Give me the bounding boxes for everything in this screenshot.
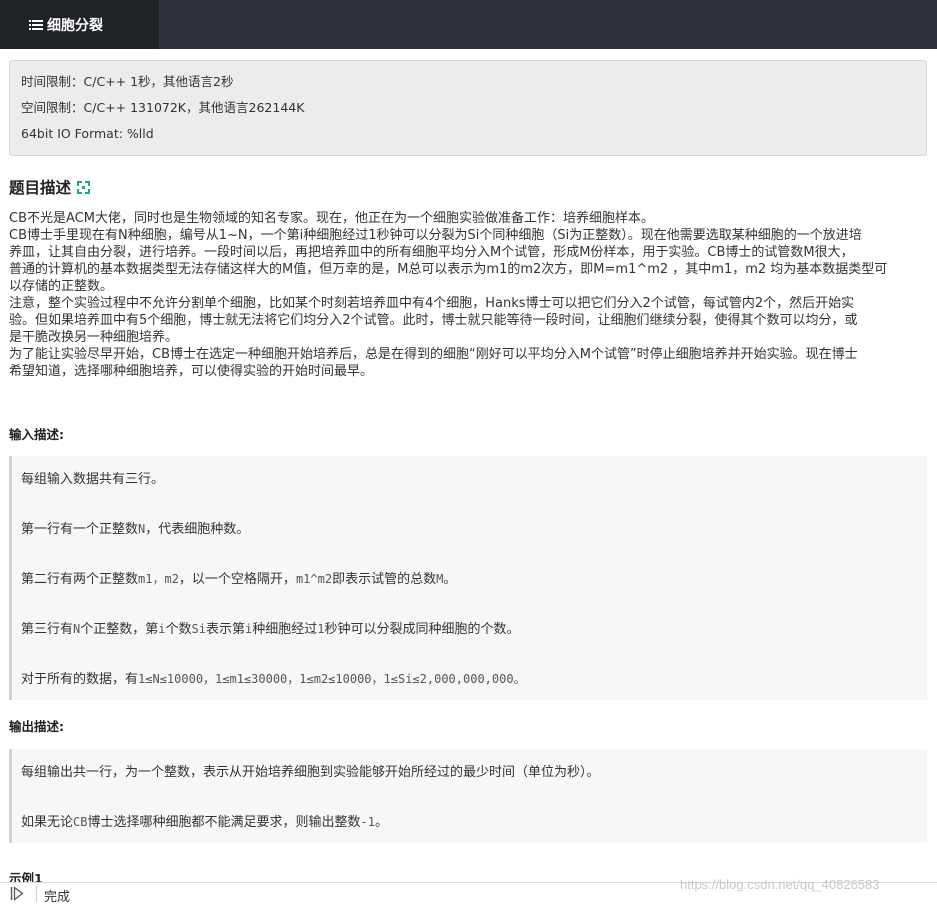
output-text: 如果无论 xyxy=(21,815,74,830)
time-limit: 时间限制：C/C++ 1秒，其他语言2秒 xyxy=(21,74,234,89)
output-description: 每组输出共一行，为一个整数，表示从开始培养细胞到实验能够开始所经过的最少时间（单… xyxy=(9,749,927,843)
input-code: m1^m2 xyxy=(295,572,333,586)
input-text: 。 xyxy=(443,572,457,587)
limits-panel: 时间限制：C/C++ 1秒，其他语言2秒 空间限制：C/C++ 131072K，… xyxy=(9,60,927,156)
input-code: 1≤N≤10000，1≤m1≤30000，1≤m2≤10000，1≤Si≤2,0… xyxy=(138,672,526,686)
input-line: 第一行有一个正整数N，代表细胞种数。 xyxy=(21,518,249,537)
input-text: 即表示试管的总数 xyxy=(332,572,437,587)
status-text: 完成 xyxy=(44,890,71,905)
input-line: 第二行有两个正整数m1，m2，以一个空格隔开，m1^m2即表示试管的总数M。 xyxy=(21,568,456,587)
description-line: CB不光是ACM大佬，同时也是生物领域的知名专家。现在，他正在为一个细胞实验做准… xyxy=(9,211,654,226)
input-text: 个正整数，第 xyxy=(80,622,159,637)
output-line: 如果无论CB博士选择哪种细胞都不能满足要求，则输出整数-1。 xyxy=(21,811,388,830)
input-text: 表示第 xyxy=(205,622,245,637)
output-line: 每组输出共一行，为一个整数，表示从开始培养细胞到实验能够开始所经过的最少时间（单… xyxy=(21,761,600,780)
input-line-text: 每组输入数据共有三行。 xyxy=(21,472,165,487)
space-limit: 空间限制：C/C++ 131072K，其他语言262144K xyxy=(21,100,305,115)
tab-label: 细胞分裂 xyxy=(47,17,103,34)
output-code: CB xyxy=(73,815,88,829)
input-description: 每组输入数据共有三行。 第一行有一个正整数N，代表细胞种数。 第二行有两个正整数… xyxy=(9,456,927,700)
input-code: i xyxy=(158,622,166,636)
input-text: 第一行有一个正整数 xyxy=(21,522,139,537)
status-divider xyxy=(36,886,37,902)
output-code: -1 xyxy=(360,815,375,829)
description-line: 为了能让实验尽早开始，CB博士在选定一种细胞开始培养后，总是在得到的细胞“刚好可… xyxy=(9,347,858,362)
input-text: 个数 xyxy=(165,622,192,637)
output-text: 博士选择哪种细胞都不能满足要求，则输出整数 xyxy=(87,815,361,830)
description-line: 注意，整个实验过程中不允许分割单个细胞，比如某个时刻若培养皿中有4个细胞，Han… xyxy=(9,296,855,311)
input-text: 第二行有两个正整数 xyxy=(21,572,139,587)
input-code: Si xyxy=(191,622,206,636)
list-icon xyxy=(29,19,43,30)
input-text: 秒钟可以分裂成同种细胞的个数。 xyxy=(324,622,520,637)
description-line: CB博士手里现在有N种细胞，编号从1~N，一个第i种细胞经过1秒钟可以分裂为Si… xyxy=(9,228,862,243)
description-line: 普通的计算机的基本数据类型无法存储这样大的M值，但万幸的是，M总可以表示为m1的… xyxy=(9,262,888,277)
top-nav-bar: 细胞分裂 xyxy=(0,0,937,49)
output-text: 每组输出共一行，为一个整数，表示从开始培养细胞到实验能够开始所经过的最少时间（单… xyxy=(21,765,600,780)
input-title: 输入描述: xyxy=(9,427,64,442)
input-text: 第三行有 xyxy=(21,622,74,637)
description-line: 以存储的正整数。 xyxy=(9,279,114,294)
input-line: 对于所有的数据，有1≤N≤10000，1≤m1≤30000，1≤m2≤10000… xyxy=(21,668,526,687)
expand-icon[interactable] xyxy=(77,180,91,194)
watermark: https://blog.csdn.net/qq_40826583 xyxy=(680,877,880,892)
problem-description: CB不光是ACM大佬，同时也是生物领域的知名专家。现在，他正在为一个细胞实验做准… xyxy=(9,210,929,380)
input-line: 第三行有N个正整数，第i个数Si表示第i种细胞经过1秒钟可以分裂成同种细胞的个数… xyxy=(21,618,519,637)
description-line: 养皿，让其自由分裂，进行培养。一段时间以后，再把培养皿中的所有细胞平均分入M个试… xyxy=(9,245,854,260)
io-format: 64bit IO Format: %lld xyxy=(21,126,154,141)
input-text: ，代表细胞种数。 xyxy=(145,522,250,537)
problem-title-text: 题目描述 xyxy=(9,179,72,197)
problem-title: 题目描述 xyxy=(9,176,91,198)
description-line: 是干脆改换另一种细胞培养。 xyxy=(9,330,179,345)
output-title: 输出描述: xyxy=(9,719,64,734)
input-text: 种细胞经过 xyxy=(252,622,318,637)
output-text: 。 xyxy=(374,815,388,830)
input-line: 每组输入数据共有三行。 xyxy=(21,468,164,487)
tab-cell-division[interactable]: 细胞分裂 xyxy=(0,0,159,49)
input-code: m1，m2 xyxy=(138,572,179,586)
description-line: 希望知道，选择哪种细胞培养，可以使得实验的开始时间最早。 xyxy=(9,364,374,379)
description-line: 验。但如果培养皿中有5个细胞，博士就无法将它们均分入2个试管。此时，博士就只能等… xyxy=(9,313,858,328)
input-text: 对于所有的数据，有 xyxy=(21,672,139,687)
input-text: ，以一个空格隔开， xyxy=(178,572,296,587)
play-icon[interactable] xyxy=(10,886,24,901)
